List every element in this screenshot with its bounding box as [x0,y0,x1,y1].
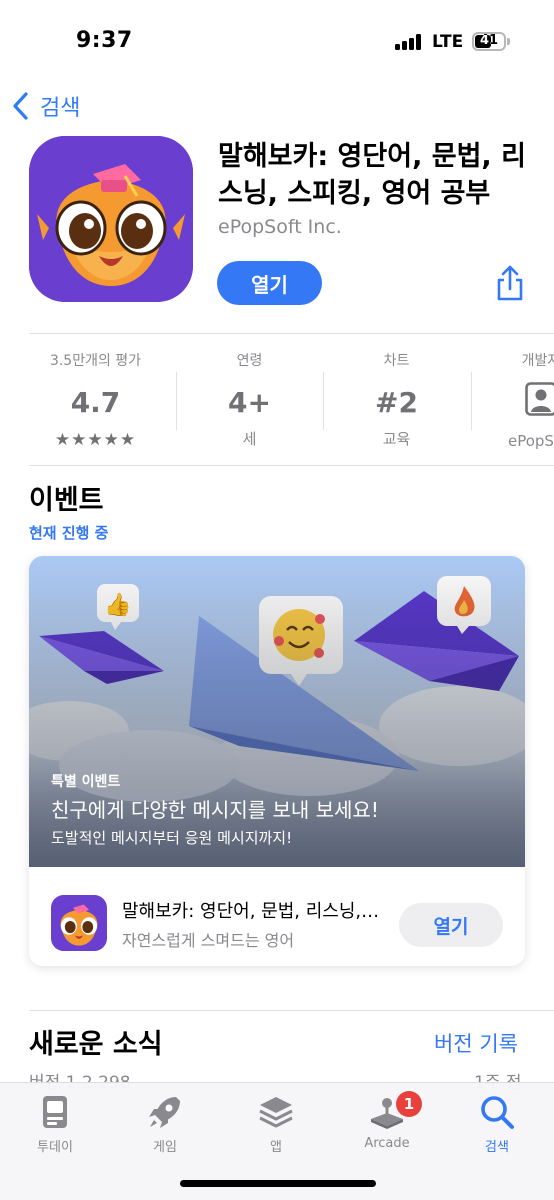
mini-app-icon [51,895,107,951]
event-card[interactable]: 👍 특별 이벤트 친구에게 다양한 메시지를 보내 보세요! 도발적인 메시지부… [29,556,525,966]
event-kicker: 특별 이벤트 [51,774,121,790]
info-divider [29,465,554,466]
event-banner: 👍 특별 이벤트 친구에게 다양한 메시지를 보내 보세요! 도발적인 메시지부… [29,556,525,867]
version-history-link[interactable]: 버전 기록 [434,1028,518,1058]
battery-cap [507,38,510,45]
tab-games[interactable]: 게임 [120,1089,210,1155]
developer-name: ePopSoft [507,432,554,450]
chart-label: 차트 [383,353,410,369]
chart-rank: #2 [375,386,418,419]
network-type: LTE [432,32,464,52]
chart-info[interactable]: 차트 #2 교육 [323,350,470,449]
event-open-button[interactable]: 열기 [399,903,503,947]
back-button[interactable]: 검색 [10,90,80,122]
ratings-info[interactable]: 3.5만개의 평가 4.7 ★★★★★ [22,350,169,450]
battery-level: 41 [479,33,499,48]
fish-mascot-icon [51,895,107,951]
fish-mascot-icon [29,136,193,302]
mini-app-subtitle: 자연스럽게 스며드는 영어 [122,931,295,950]
news-title: 새로운 소식 [29,1029,163,1060]
tab-search[interactable]: 검색 [452,1089,542,1155]
tab-arcade[interactable]: 1 Arcade [342,1089,432,1151]
mini-app-title: 말해보카: 영단어, 문법, 리스닝, 스피킹, 영어 공부 [122,901,382,922]
developer-link[interactable]: ePopSoft Inc. [218,216,342,238]
share-icon [497,265,523,301]
tab-apps[interactable]: 앱 [231,1089,321,1155]
rating-value: 4.7 [70,386,121,419]
tab-games-label: 게임 [153,1140,177,1155]
apps-stack-icon [259,1097,293,1128]
share-button[interactable] [494,263,526,303]
age-unit: 세 [242,430,257,448]
developer-person-icon [471,382,554,418]
tab-arcade-label: Arcade [364,1136,410,1151]
tab-search-label: 검색 [485,1140,509,1155]
ratings-count: 3.5만개의 평가 [49,353,142,369]
status-bar: 9:37 LTE 41 [0,0,554,80]
tab-apps-label: 앱 [270,1140,282,1155]
app-icon [29,136,193,302]
chart-category: 교육 [382,430,411,448]
status-time: 9:37 [76,28,133,53]
events-divider [29,1010,554,1011]
arcade-badge: 1 [396,1091,422,1117]
age-label: 연령 [236,353,263,369]
today-icon [43,1096,67,1128]
events-status: 현재 진행 중 [29,524,109,542]
age-value: 4+ [228,386,271,419]
event-app-row: 말해보카: 영단어, 문법, 리스닝, 스피킹, 영어 공부 자연스럽게 스며드… [29,867,525,966]
cellular-signal-icon [395,34,421,50]
battery-icon: 41 [472,32,506,51]
developer-label: 개발자 [521,353,554,369]
age-info[interactable]: 연령 4+ 세 [176,350,323,449]
events-title: 이벤트 [29,485,104,516]
chevron-left-icon [13,92,28,120]
rocket-icon [149,1097,180,1128]
home-indicator[interactable] [180,1180,376,1187]
header-divider [29,333,554,334]
event-description: 도발적인 메시지부터 응원 메시지까지! [51,829,293,847]
app-title: 말해보카: 영단어, 문법, 리스닝, 스피킹, 영어 공부 [218,141,526,209]
tab-today[interactable]: 투데이 [10,1089,100,1155]
event-headline: 친구에게 다양한 메시지를 보내 보세요! [51,798,379,822]
open-button[interactable]: 열기 [217,261,322,305]
search-icon [481,1096,514,1129]
tab-today-label: 투데이 [37,1140,73,1155]
rating-stars: ★★★★★ [54,430,137,450]
developer-info[interactable]: 개발자 ePopSoft [471,350,554,450]
back-button-label: 검색 [40,96,81,121]
